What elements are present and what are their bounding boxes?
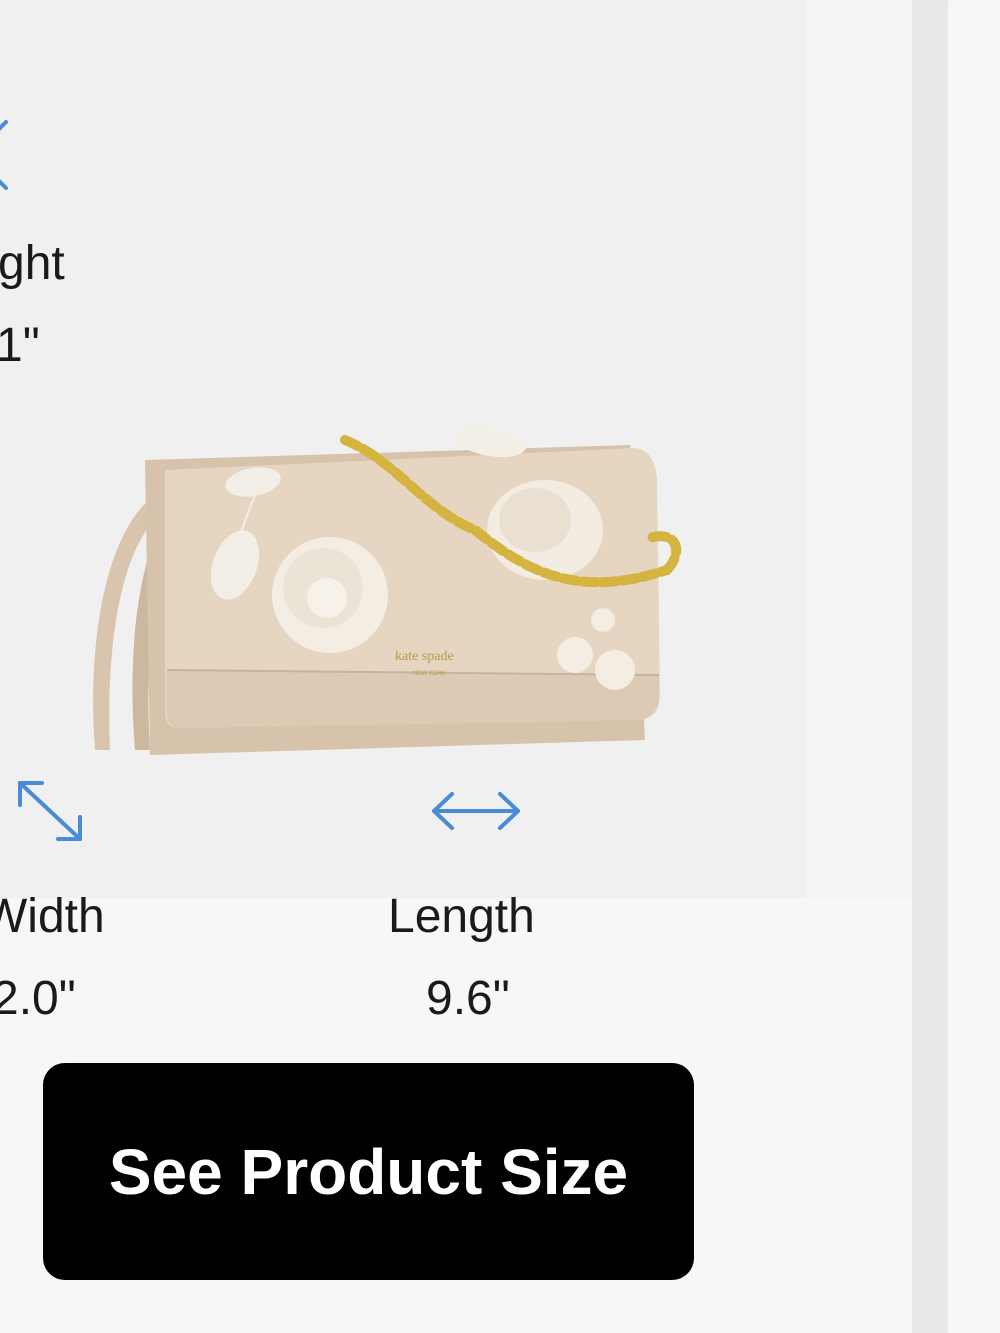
width-value: 2.0": [0, 972, 76, 1025]
length-arrow-icon: [432, 792, 520, 830]
carousel-gutter: [912, 0, 948, 1333]
next-card-peek[interactable]: [948, 0, 1000, 1333]
width-arrow-icon: [18, 781, 82, 841]
see-product-size-button[interactable]: See Product Size: [43, 1063, 694, 1280]
size-guide-page: ght 1" kate spade NEW YORK Width 2.0" Le…: [0, 0, 1000, 1333]
product-image-area: ght 1" kate spade NEW YORK: [0, 0, 805, 898]
brand-sublogo: NEW YORK: [413, 671, 446, 677]
product-image: kate spade NEW YORK: [93, 426, 682, 755]
image-side-panel: [805, 0, 912, 898]
size-card: ght 1" kate spade NEW YORK Width 2.0" Le…: [0, 0, 912, 1333]
height-label: ght: [0, 237, 65, 290]
height-value: 1": [0, 319, 40, 372]
length-value: 9.6": [426, 972, 510, 1025]
width-label: Width: [0, 890, 105, 943]
height-arrow-icon: [0, 120, 8, 190]
length-label: Length: [388, 890, 535, 943]
brand-logo: kate spade: [395, 649, 454, 664]
